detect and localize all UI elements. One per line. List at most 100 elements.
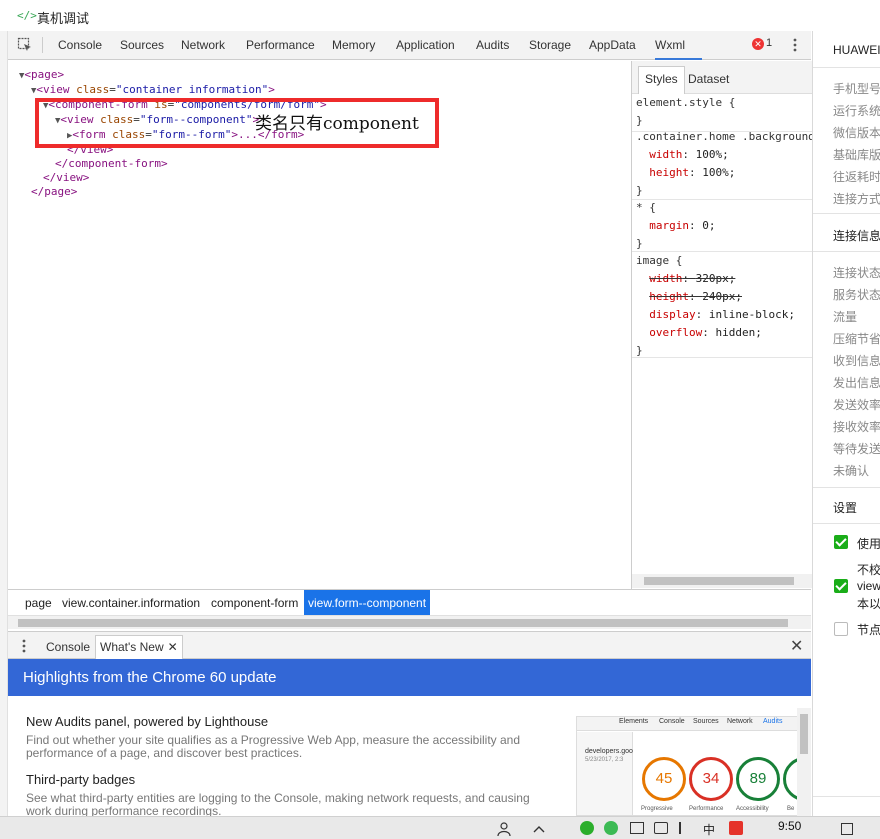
drawer-menu-icon[interactable]: [21, 638, 27, 654]
drawer-close-icon[interactable]: ✕: [790, 636, 803, 656]
info-label: 微信版本: [833, 126, 880, 140]
volume-icon[interactable]: [679, 822, 691, 834]
css-prop-value[interactable]: 100%;: [702, 166, 735, 179]
css-prop-value[interactable]: 100%;: [696, 148, 729, 161]
css-prop-name[interactable]: display: [649, 308, 695, 321]
css-prop-name[interactable]: width: [649, 272, 682, 285]
whats-new-banner: Highlights from the Chrome 60 update: [8, 659, 811, 696]
message-icon[interactable]: [654, 822, 668, 834]
taskbar: 中 9:50: [0, 816, 880, 839]
rule-container-home: .container.home .background width: 100%;…: [636, 130, 815, 197]
setting-checkbox[interactable]: [834, 622, 848, 636]
chevron-up-icon[interactable]: [532, 824, 546, 834]
css-prop-name[interactable]: height: [649, 166, 689, 179]
people-icon[interactable]: [497, 822, 511, 836]
input-method-icon[interactable]: [729, 821, 743, 835]
css-prop-value[interactable]: 240px;: [702, 290, 742, 303]
browser-icon[interactable]: [604, 821, 618, 835]
left-edge: [0, 31, 8, 816]
tab-styles[interactable]: Styles: [638, 66, 685, 94]
news-scrollbar[interactable]: [797, 708, 811, 816]
device-name: HUAWEI: [833, 43, 880, 57]
conn-label: 流量: [833, 310, 858, 324]
setting-label: 节点: [857, 623, 880, 637]
news-heading[interactable]: Third-party badges: [26, 772, 135, 787]
scrollbar-thumb[interactable]: [18, 619, 788, 627]
main-horizontal-scrollbar[interactable]: [8, 615, 811, 629]
wechat-icon[interactable]: [580, 821, 594, 835]
scrollbar-thumb[interactable]: [644, 577, 794, 585]
panel-divider: [813, 67, 880, 68]
tree-node-page[interactable]: ▼<page>: [19, 68, 64, 83]
rule-image: image { width: 320px; height: 240px; dis…: [636, 254, 795, 357]
info-label: 基础库版: [833, 148, 880, 162]
drawer-tab-console[interactable]: Console: [46, 640, 90, 654]
close-icon[interactable]: ✕: [168, 640, 178, 654]
rule-element-style: element.style {}: [636, 96, 736, 127]
panel-divider: [813, 213, 880, 214]
inspect-element-icon[interactable]: [17, 37, 33, 53]
annotation-text: 类名只有component: [255, 114, 419, 134]
css-prop-value[interactable]: hidden;: [715, 326, 761, 339]
drawer-tab-bar: Console What's New ✕ ✕: [8, 631, 811, 660]
tab-appdata[interactable]: AppData: [589, 38, 636, 52]
conn-label: 接收效率: [833, 420, 880, 434]
tab-audits[interactable]: Audits: [476, 38, 509, 52]
crumb-view-container[interactable]: view.container.information: [58, 590, 204, 616]
section-title: 连接信息: [833, 229, 880, 243]
news-body: Find out whether your site qualifies as …: [26, 733, 521, 760]
window-title: 真机调试: [37, 11, 90, 26]
setting-label: 本以: [857, 597, 880, 611]
crumb-component-form[interactable]: component-form: [207, 590, 302, 616]
breadcrumb: page view.container.information componen…: [8, 589, 811, 616]
notification-icon[interactable]: [841, 823, 853, 835]
tab-network[interactable]: Network: [181, 38, 225, 52]
panel-divider: [813, 523, 880, 524]
rule-divider: [632, 357, 812, 358]
css-prop-name[interactable]: margin: [649, 219, 689, 232]
css-prop-value[interactable]: 0;: [702, 219, 715, 232]
conn-label: 发送效率: [833, 398, 880, 412]
tree-node-view-container[interactable]: ▼<view class="container information">: [31, 83, 275, 98]
tab-console[interactable]: Console: [58, 38, 102, 52]
css-prop-name[interactable]: overflow: [649, 326, 702, 339]
setting-checkbox[interactable]: [834, 535, 848, 549]
conn-label: 收到信息: [833, 354, 880, 368]
clock[interactable]: 9:50: [778, 819, 801, 833]
tab-memory[interactable]: Memory: [332, 38, 375, 52]
setting-label: 不校: [857, 563, 880, 577]
banner-title: Highlights from the Chrome 60 update: [23, 669, 277, 686]
devtools-tab-bar: Console Sources Network Performance Memo…: [8, 31, 811, 60]
styles-pane: Styles Dataset element.style {} .contain…: [631, 61, 815, 589]
tab-sources[interactable]: Sources: [120, 38, 164, 52]
setting-checkbox[interactable]: [834, 579, 848, 593]
css-prop-name[interactable]: height: [649, 290, 689, 303]
crumb-view-form-component[interactable]: view.form--component: [304, 590, 431, 616]
panel-divider: [813, 487, 880, 488]
tree-node-page-close: </page>: [31, 185, 78, 198]
ime-indicator[interactable]: 中: [703, 821, 715, 838]
styles-tabs: Styles Dataset: [632, 61, 812, 94]
conn-label: 未确认: [833, 464, 870, 478]
styles-horizontal-scrollbar[interactable]: [632, 574, 812, 588]
css-prop-value[interactable]: 320px;: [696, 272, 736, 285]
tab-wxml[interactable]: Wxml: [655, 38, 685, 52]
setting-label: 使用: [857, 537, 880, 551]
setting-label: view: [857, 579, 880, 593]
tab-application[interactable]: Application: [396, 38, 455, 52]
tab-performance[interactable]: Performance: [246, 38, 315, 52]
conn-label: 服务状态: [833, 288, 880, 302]
display-icon[interactable]: [630, 822, 644, 834]
css-prop-value[interactable]: inline-block;: [709, 308, 795, 321]
css-prop-name[interactable]: width: [649, 148, 682, 161]
crumb-page[interactable]: page: [21, 590, 56, 616]
tab-separator: [42, 37, 43, 53]
scrollbar-thumb[interactable]: [800, 714, 808, 754]
tab-dataset[interactable]: Dataset: [688, 72, 729, 86]
news-heading[interactable]: New Audits panel, powered by Lighthouse: [26, 714, 268, 729]
drawer-tab-whats-new[interactable]: What's New ✕: [95, 635, 183, 660]
tab-storage[interactable]: Storage: [529, 38, 571, 52]
preview-sidebar: developers.goo 5/23/2017, 2:3: [577, 732, 633, 815]
more-menu-icon[interactable]: [792, 37, 798, 53]
error-counter[interactable]: ✕ 1: [752, 37, 772, 50]
